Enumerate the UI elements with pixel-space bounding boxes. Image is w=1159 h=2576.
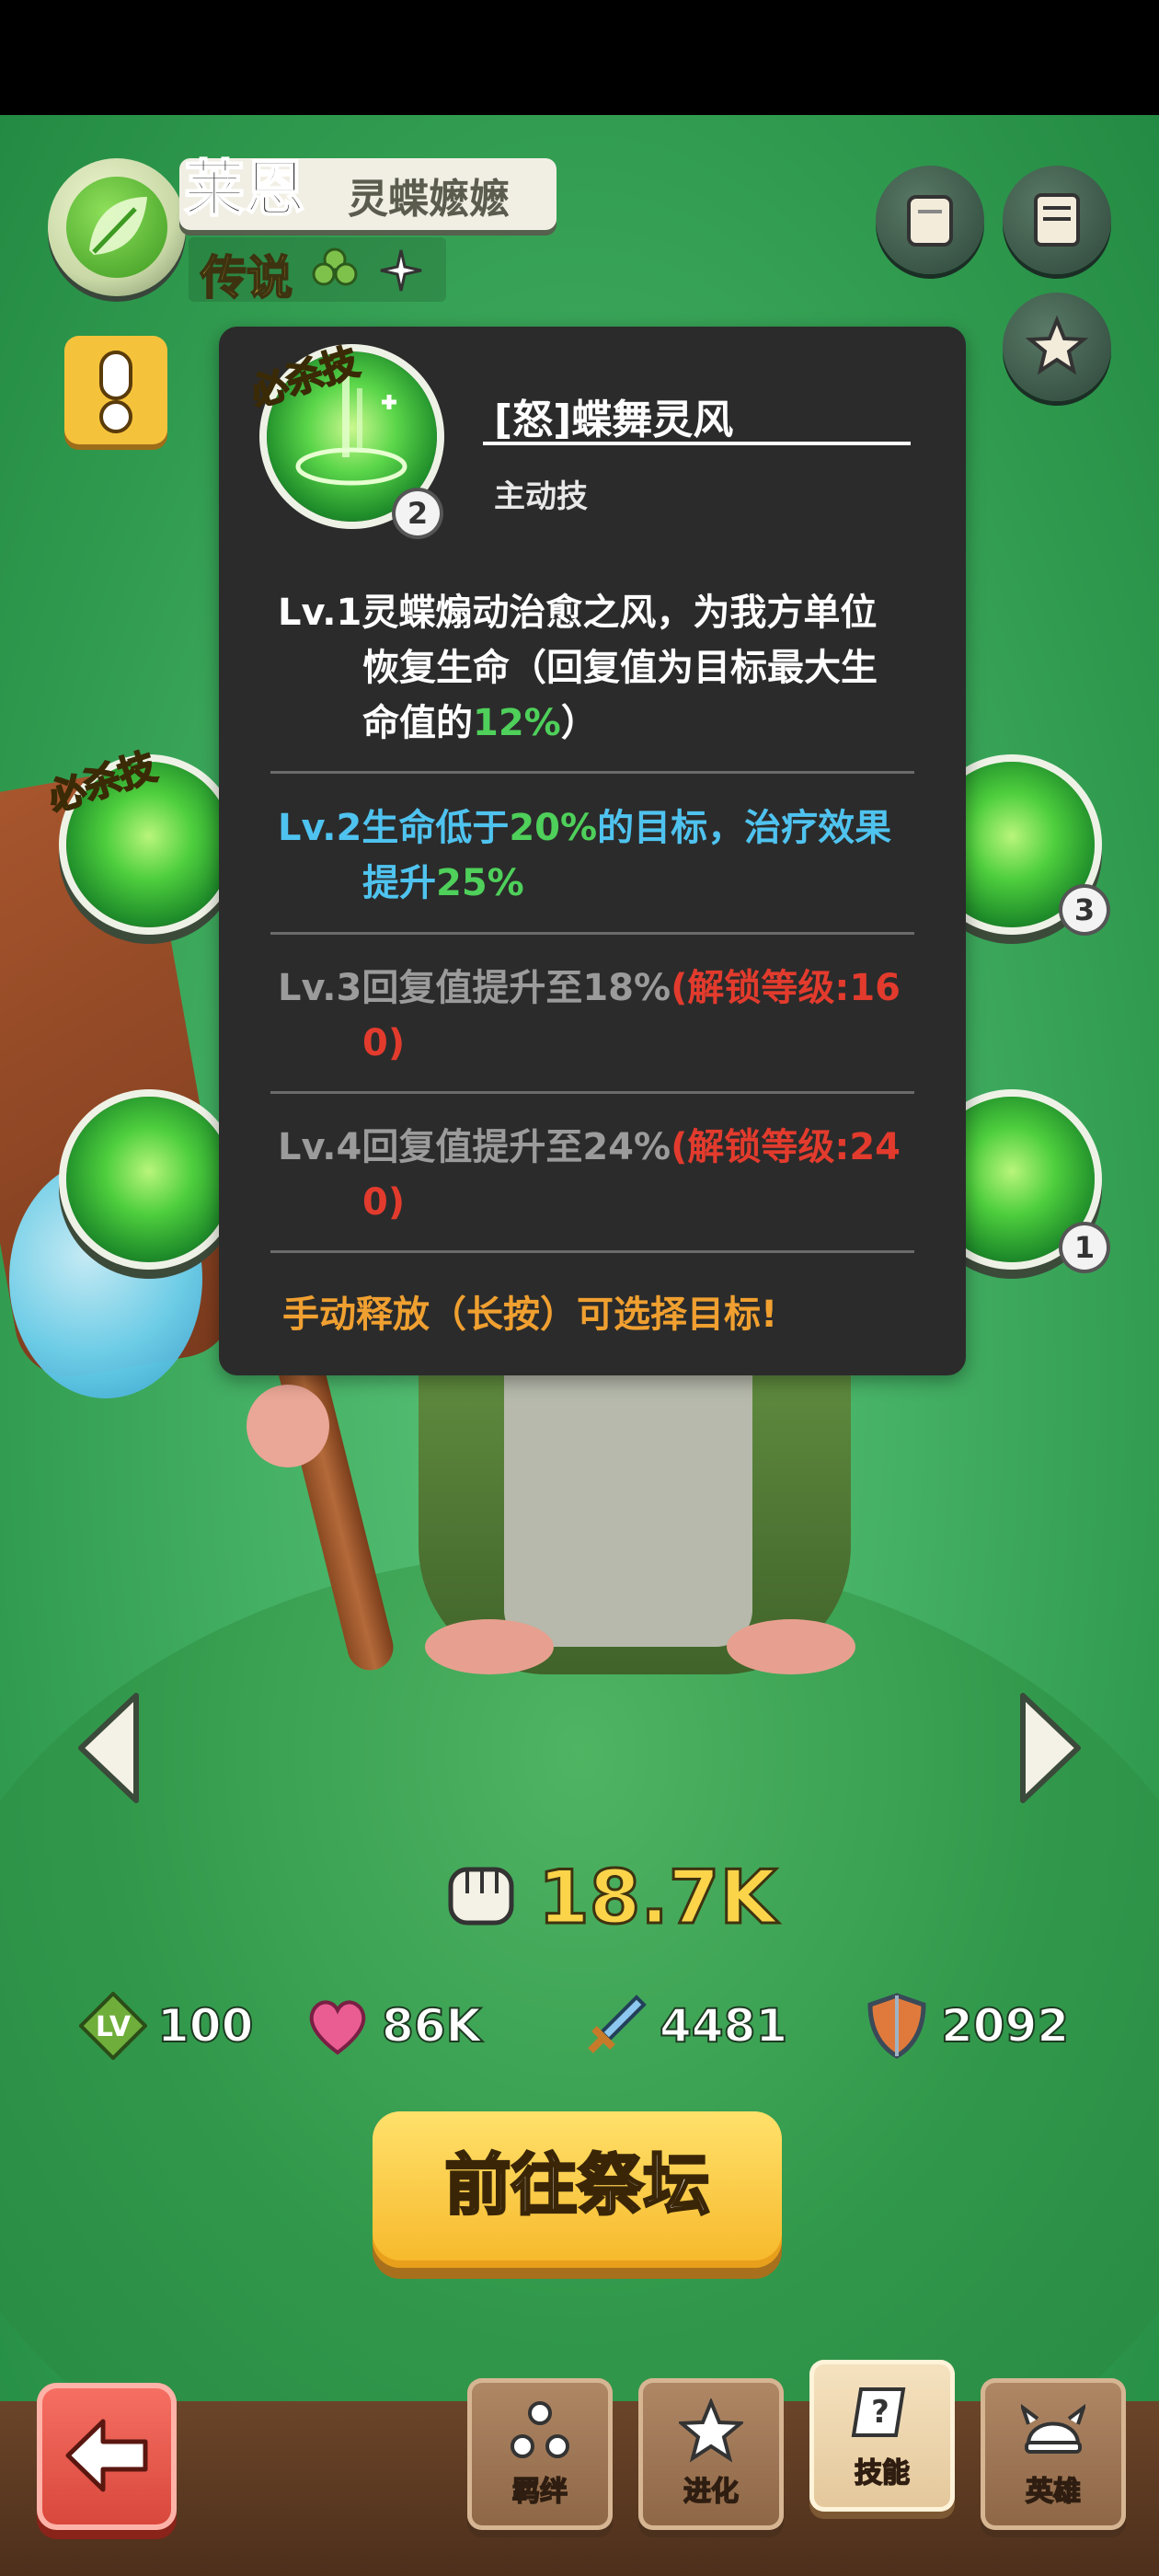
tab-evolve[interactable]: 进化 — [638, 2378, 784, 2530]
tab-skills[interactable]: ? 技能 — [809, 2360, 955, 2512]
character-hand — [247, 1385, 329, 1467]
document-icon — [1034, 193, 1080, 247]
document-button[interactable] — [1003, 166, 1111, 274]
clover-icon — [312, 247, 358, 286]
back-arrow-icon — [65, 2419, 148, 2492]
go-to-altar-button[interactable]: 前往祭坛 — [373, 2111, 782, 2268]
back-button[interactable] — [37, 2383, 177, 2530]
combat-power: 18.7K — [536, 1854, 777, 1942]
level-badge-icon: LV — [79, 1992, 147, 2060]
scroll-icon — [907, 195, 953, 247]
tab-label: 英雄 — [1025, 2475, 1082, 2509]
sparkle-icon — [380, 249, 422, 292]
tab-label: 进化 — [683, 2475, 740, 2509]
skill-name-underline — [483, 442, 911, 445]
scroll-button[interactable] — [876, 166, 984, 274]
tab-label: 羁绊 — [511, 2475, 568, 2509]
skill-name: [怒]蝶舞灵风 — [494, 397, 734, 443]
skill-level-4: Lv.4回复值提升至24%(解锁等级:24 0) — [278, 1126, 901, 1224]
skill-level-3: Lv.3回复值提升至18%(解锁等级:16 0) — [278, 967, 901, 1064]
hero-name: 莱恩 — [183, 153, 306, 225]
skill-orb-level: 1 — [1062, 1225, 1107, 1270]
star-refresh-button[interactable] — [1003, 293, 1111, 401]
skill-type: 主动技 — [494, 478, 588, 515]
shield-icon — [867, 1993, 926, 2059]
leaf-icon — [66, 177, 167, 278]
character-foot-left — [425, 1619, 554, 1674]
ground — [0, 1550, 1159, 2420]
divider — [270, 1250, 914, 1253]
previous-hero-arrow-icon[interactable] — [72, 1688, 145, 1808]
svg-text:LV: LV — [96, 2011, 132, 2043]
skill-level-1: Lv.1灵蝶煽动治愈之风，为我方单位 恢复生命（回复值为目标最大生 命值的12%… — [278, 592, 878, 744]
hero-rarity: 传说 — [200, 250, 293, 305]
divider — [270, 1091, 914, 1094]
divider — [270, 771, 914, 774]
tab-heroes[interactable]: 英雄 — [981, 2378, 1126, 2530]
go-to-altar-label: 前往祭坛 — [443, 2145, 711, 2225]
hero-title: 灵蝶嬷嬷 — [348, 176, 510, 223]
status-bar — [0, 0, 1159, 115]
sword-icon — [588, 1995, 647, 2053]
star-icon — [679, 2398, 743, 2463]
tab-bond[interactable]: 羁绊 — [467, 2378, 613, 2530]
info-button[interactable] — [64, 336, 167, 444]
character-foot-right — [727, 1619, 855, 1674]
skill-level-2: Lv.2生命低于20%的目标，治疗效果 提升25% — [278, 807, 892, 904]
hero-element-badge — [48, 158, 186, 296]
heart-icon — [309, 2000, 366, 2055]
fist-icon — [448, 1867, 514, 1926]
bond-icon — [511, 2401, 569, 2458]
skill-level-badge: 2 — [396, 491, 440, 535]
divider — [270, 932, 914, 935]
svg-text:?: ? — [871, 2394, 889, 2431]
skill-orb-level: 3 — [1062, 888, 1107, 932]
character-apron — [504, 1371, 752, 1647]
tab-label: 技能 — [854, 2456, 911, 2490]
skill-orb-left-bottom[interactable] — [66, 1097, 232, 1262]
next-hero-arrow-icon[interactable] — [1014, 1688, 1087, 1808]
skill-tooltip-footer: 手动释放（长按）可选择目标! — [282, 1294, 778, 1336]
helmet-icon — [1021, 2404, 1085, 2454]
exclamation-icon — [99, 351, 132, 433]
star-refresh-icon — [1025, 315, 1089, 375]
skill-scroll-icon: ? — [851, 2387, 906, 2437]
